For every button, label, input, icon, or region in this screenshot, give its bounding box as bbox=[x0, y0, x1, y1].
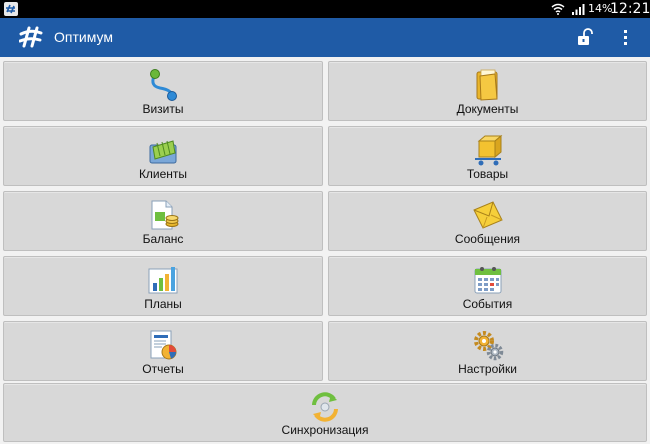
gears-icon bbox=[473, 331, 503, 361]
visits-icon bbox=[150, 69, 177, 101]
calendar-icon bbox=[474, 267, 501, 294]
clients-icon bbox=[149, 140, 177, 164]
app-notification-icon bbox=[4, 2, 18, 16]
tile-label: Документы bbox=[456, 102, 519, 116]
status-bar: 14% 12:21 bbox=[0, 0, 650, 18]
goods-cart-icon bbox=[474, 134, 502, 166]
chart-icon bbox=[148, 267, 178, 294]
tile-clients[interactable]: Клиенты bbox=[3, 126, 323, 186]
tile-goods[interactable]: Товары bbox=[328, 126, 647, 186]
action-bar: Оптимум bbox=[0, 18, 650, 57]
app-title: Оптимум bbox=[54, 29, 113, 45]
tile-messages[interactable]: Сообщения bbox=[328, 191, 647, 251]
tile-label: Настройки bbox=[458, 362, 517, 376]
tile-reports[interactable]: Отчеты bbox=[3, 321, 323, 381]
envelope-icon bbox=[472, 201, 503, 229]
app-logo-icon[interactable] bbox=[19, 26, 43, 48]
tile-settings[interactable]: Настройки bbox=[328, 321, 647, 381]
tile-label: Клиенты bbox=[138, 167, 188, 181]
overflow-menu-icon[interactable] bbox=[622, 28, 630, 46]
tile-label: Синхронизация bbox=[281, 423, 369, 437]
sync-icon bbox=[312, 392, 338, 422]
tile-label: Планы bbox=[144, 297, 182, 311]
tile-label: Визиты bbox=[142, 102, 184, 116]
wifi-icon bbox=[551, 3, 565, 15]
tile-sync[interactable]: Синхронизация bbox=[3, 383, 647, 442]
tile-label: События bbox=[462, 297, 513, 311]
balance-icon bbox=[151, 200, 179, 230]
tile-plans[interactable]: Планы bbox=[3, 256, 323, 316]
tile-label: Товары bbox=[466, 167, 509, 181]
lock-icon[interactable] bbox=[576, 28, 594, 46]
tile-label: Сообщения bbox=[454, 232, 521, 246]
folder-icon bbox=[476, 69, 498, 101]
tile-balance[interactable]: Баланс bbox=[3, 191, 323, 251]
clock: 12:21 bbox=[610, 1, 650, 17]
tile-label: Баланс bbox=[142, 232, 184, 246]
tile-documents[interactable]: Документы bbox=[328, 61, 647, 121]
tile-events[interactable]: События bbox=[328, 256, 647, 316]
tile-label: Отчеты bbox=[142, 362, 184, 376]
battery-percent: 14% bbox=[588, 2, 613, 15]
tile-visits[interactable]: Визиты bbox=[3, 61, 323, 121]
reports-icon bbox=[150, 330, 177, 360]
signal-icon bbox=[572, 4, 585, 15]
